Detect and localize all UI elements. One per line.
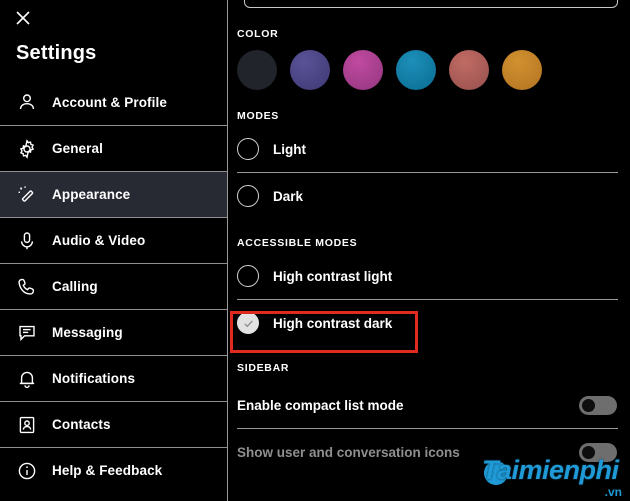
setting-row-show-user-conversation-icons[interactable]: Show user and conversation icons	[228, 429, 630, 475]
setting-label: Enable compact list mode	[237, 397, 404, 413]
sidebar-item-label: Help & Feedback	[52, 463, 163, 478]
toggle-compact-list-mode[interactable]	[579, 395, 617, 415]
chat-bubble-icon	[14, 320, 40, 346]
radio-light[interactable]	[237, 138, 259, 160]
magic-wand-icon	[14, 182, 40, 208]
mode-option-dark[interactable]: Dark	[228, 173, 630, 219]
sidebar-item-label: Calling	[52, 279, 98, 294]
cutoff-preview-box	[244, 0, 618, 8]
radio-dark[interactable]	[237, 185, 259, 207]
info-circle-icon	[14, 458, 40, 484]
sidebar-item-label: Audio & Video	[52, 233, 146, 248]
color-section-label: COLOR	[237, 28, 279, 40]
accessible-option-high-contrast-light[interactable]: High contrast light	[228, 253, 630, 299]
color-swatch-list	[228, 50, 630, 90]
color-swatch-orange[interactable]	[502, 50, 542, 90]
accessible-modes-section: ACCESSIBLE MODES High contrast light Hig…	[228, 219, 630, 346]
color-section: COLOR	[228, 0, 630, 90]
mode-option-light[interactable]: Light	[228, 126, 630, 172]
sidebar-item-label: Notifications	[52, 371, 136, 386]
accessible-option-label: High contrast light	[273, 268, 393, 284]
sidebar-item-label: Account & Profile	[52, 94, 167, 110]
sidebar-item-label: General	[52, 141, 103, 156]
bell-icon	[14, 366, 40, 392]
close-row	[0, 0, 227, 36]
toggle-show-user-conversation-icons[interactable]	[579, 442, 617, 462]
toggle-knob	[582, 398, 595, 412]
setting-label: Show user and conversation icons	[237, 444, 460, 460]
sidebar-item-calling[interactable]: Calling	[0, 263, 227, 309]
sidebar-item-messaging[interactable]: Messaging	[0, 309, 227, 355]
sidebar-section-label: SIDEBAR	[237, 362, 290, 374]
toggle-knob	[582, 445, 595, 459]
appearance-settings-panel: COLOR MODES Light Dark ACCESSIBLE MODES …	[228, 0, 630, 501]
sidebar-item-appearance[interactable]: Appearance	[0, 171, 227, 217]
radio-high-contrast-light[interactable]	[237, 265, 259, 287]
mode-option-label: Dark	[273, 188, 304, 204]
color-swatch-magenta[interactable]	[343, 50, 383, 90]
accessible-option-label: High contrast dark	[273, 315, 393, 331]
gear-icon	[14, 136, 40, 162]
microphone-icon	[14, 228, 40, 254]
setting-row-compact-list-mode[interactable]: Enable compact list mode	[228, 382, 630, 428]
sidebar-item-account-profile[interactable]: Account & Profile	[0, 79, 227, 125]
color-swatch-rose[interactable]	[449, 50, 489, 90]
accessible-option-high-contrast-dark[interactable]: High contrast dark	[228, 300, 630, 346]
settings-window: Settings Account & Profile General Appea…	[0, 0, 630, 501]
color-swatch-teal-blue[interactable]	[396, 50, 436, 90]
sidebar-item-notifications[interactable]: Notifications	[0, 355, 227, 401]
mode-option-label: Light	[273, 141, 306, 157]
sidebar-item-contacts[interactable]: Contacts	[0, 401, 227, 447]
sidebar-item-help-feedback[interactable]: Help & Feedback	[0, 447, 227, 493]
sidebar-item-label: Appearance	[52, 187, 131, 202]
radio-high-contrast-dark[interactable]	[237, 312, 259, 334]
modes-section: MODES Light Dark	[228, 90, 630, 219]
sidebar-item-audio-video[interactable]: Audio & Video	[0, 217, 227, 263]
modes-section-label: MODES	[237, 110, 280, 122]
close-icon[interactable]	[12, 7, 34, 29]
sidebar-item-label: Contacts	[52, 417, 111, 432]
color-swatch-indigo[interactable]	[290, 50, 330, 90]
sidebar-settings-section: SIDEBAR Enable compact list mode Show us…	[228, 346, 630, 475]
sidebar-item-label: Messaging	[52, 325, 123, 340]
color-swatch-dark-gray[interactable]	[237, 50, 277, 90]
person-icon	[14, 89, 40, 115]
watermark-suffix: .vn	[604, 485, 622, 499]
page-title: Settings	[16, 42, 97, 64]
accessible-modes-section-label: ACCESSIBLE MODES	[237, 237, 358, 249]
phone-icon	[14, 274, 40, 300]
sidebar-item-general[interactable]: General	[0, 125, 227, 171]
settings-sidebar: Settings Account & Profile General Appea…	[0, 0, 228, 501]
contact-card-icon	[14, 412, 40, 438]
